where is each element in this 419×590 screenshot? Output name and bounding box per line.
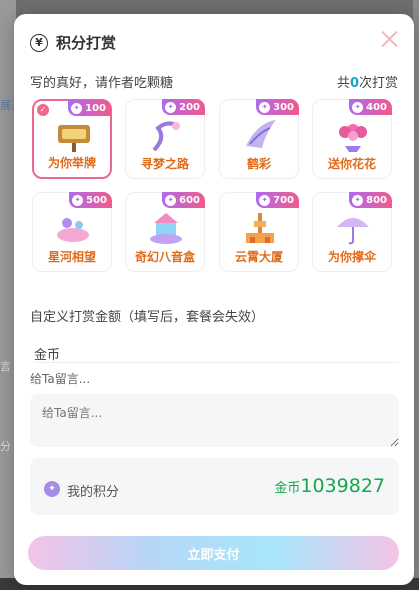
gift-card-0[interactable]: ✓ ✦ 100 为你举牌 xyxy=(32,99,112,179)
gift-card-1[interactable]: ✦ 200 寻梦之路 xyxy=(125,99,205,179)
tower-gift-icon xyxy=(246,213,274,243)
price-badge: ✦ 800 xyxy=(349,192,392,208)
gift-card-5[interactable]: ✦ 600 奇幻八音盒 xyxy=(125,192,205,272)
message-label: 给Ta留言... xyxy=(30,372,91,386)
price-badge: ✦ 200 xyxy=(162,99,205,115)
gift-price: 300 xyxy=(273,101,294,113)
reward-count-value: 0 xyxy=(349,76,359,91)
coin-label: 金币 xyxy=(34,348,61,363)
dialog-title: 积分打赏 xyxy=(56,34,117,52)
price-badge: ✦ 500 xyxy=(69,192,112,208)
points-icon: ✦ xyxy=(44,481,60,497)
gift-price: 100 xyxy=(85,102,106,114)
gift-price: 600 xyxy=(179,194,200,206)
gift-name: 送你花花 xyxy=(327,157,376,171)
points-badge-icon: ✦ xyxy=(72,194,84,206)
gift-price: 800 xyxy=(366,194,387,206)
gift-name: 鹤彩 xyxy=(246,157,271,171)
gift-name: 云霄大厦 xyxy=(234,250,283,264)
gift-name: 为你举牌 xyxy=(47,156,96,170)
dream-road-gift-icon xyxy=(152,121,180,152)
yen-coin-icon: ¥ xyxy=(30,33,48,52)
gift-price: 200 xyxy=(179,101,200,113)
price-badge: ✦ 600 xyxy=(162,192,205,208)
points-badge-icon: ✦ xyxy=(165,194,177,206)
points-badge-icon: ✦ xyxy=(259,101,271,113)
close-icon[interactable] xyxy=(378,28,400,50)
price-badge: ✦ 100 xyxy=(68,100,111,116)
my-points-label: 我的积分 xyxy=(67,485,120,500)
points-unit: 金币 xyxy=(274,481,301,496)
points-badge-icon: ✦ xyxy=(259,194,271,206)
gift-grid: ✓ ✦ 100 为你举牌 ✦ 200 寻梦之路 ✦ 300 鹤彩 ✦ 400 送你花花 … xyxy=(32,99,402,285)
pay-now-button[interactable]: 立即支付 xyxy=(28,536,399,570)
my-points-value: 金币1039827 xyxy=(274,475,385,497)
custom-amount-input[interactable] xyxy=(80,344,384,361)
points-badge-icon: ✦ xyxy=(352,194,364,206)
gift-name: 星河相望 xyxy=(47,250,96,264)
reward-subtitle: 写的真好，请作者吃颗糖 xyxy=(30,76,174,91)
gift-card-2[interactable]: ✦ 300 鹤彩 xyxy=(219,99,299,179)
crane-gift-icon xyxy=(246,120,276,148)
points-badge-icon: ✦ xyxy=(71,102,83,114)
message-input[interactable] xyxy=(30,394,399,447)
music-box-gift-icon xyxy=(150,213,182,244)
gift-card-6[interactable]: ✦ 700 云霄大厦 xyxy=(219,192,299,272)
my-points-panel: ✦ 我的积分 金币1039827 xyxy=(30,458,399,515)
gift-name: 奇幻八音盒 xyxy=(134,250,195,264)
selected-check-icon: ✓ xyxy=(37,104,49,116)
price-badge: ✦ 400 xyxy=(349,99,392,115)
reward-count: 共0次打赏 xyxy=(337,72,398,91)
price-badge: ✦ 700 xyxy=(256,192,299,208)
gift-card-3[interactable]: ✦ 400 送你花花 xyxy=(312,99,392,179)
background-text-fragment: 分 xyxy=(0,440,11,453)
gift-price: 700 xyxy=(273,194,294,206)
points-number: 1039827 xyxy=(300,475,385,497)
background-text-fragment: 言 xyxy=(0,360,11,373)
price-badge: ✦ 300 xyxy=(256,99,299,115)
points-badge-icon: ✦ xyxy=(165,101,177,113)
message-box xyxy=(30,394,399,447)
gift-name: 寻梦之路 xyxy=(140,157,189,171)
star-river-gift-icon xyxy=(57,218,89,242)
points-badge-icon: ✦ xyxy=(352,101,364,113)
flower-gift-icon xyxy=(339,124,367,152)
umbrella-gift-icon xyxy=(337,218,369,245)
reward-dialog: ¥ 积分打赏 写的真好，请作者吃颗糖 共0次打赏 ✓ ✦ 100 为你举牌 ✦ 20… xyxy=(14,14,414,585)
gift-card-4[interactable]: ✦ 500 星河相望 xyxy=(32,192,112,272)
gift-price: 500 xyxy=(86,194,107,206)
sign-board-gift-icon xyxy=(58,125,90,152)
dialog-header: ¥ 积分打赏 xyxy=(30,32,116,53)
reward-count-prefix: 共 xyxy=(336,76,350,91)
gift-price: 400 xyxy=(366,101,387,113)
gift-name: 为你撑伞 xyxy=(327,250,376,264)
custom-amount-label: 自定义打赏金额（填写后，套餐会失效） xyxy=(30,310,265,325)
reward-count-suffix: 次打赏 xyxy=(358,76,398,91)
gift-card-7[interactable]: ✦ 800 为你撑伞 xyxy=(312,192,392,272)
custom-amount-row: 金币 xyxy=(34,344,399,363)
